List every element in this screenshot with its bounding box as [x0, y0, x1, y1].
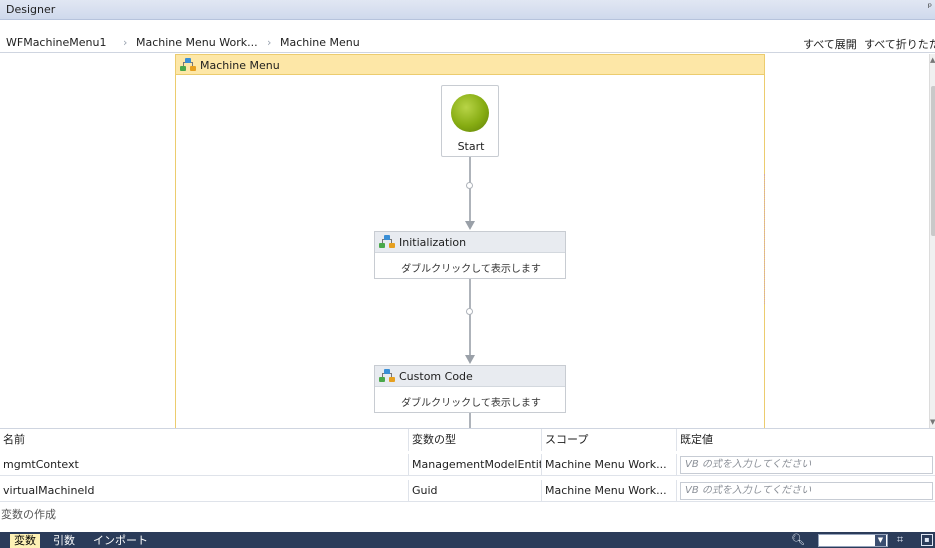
flowchart-machine-menu[interactable]: Machine Menu Start Initialization ダブルクリッ…: [175, 54, 765, 428]
variables-panel: 名前 変数の型 スコープ 既定値 mgmtContext ManagementM…: [0, 428, 935, 532]
pin-icon[interactable]: ᵖ: [928, 2, 932, 13]
flow-connector[interactable]: [469, 279, 471, 357]
flowchart-icon: [379, 235, 395, 249]
variable-scope-cell[interactable]: Machine Menu Work...: [542, 480, 677, 502]
scroll-up-icon[interactable]: ▲: [930, 56, 935, 64]
designer-title: Designer: [6, 3, 56, 16]
flowchart-header[interactable]: Machine Menu: [176, 55, 764, 75]
create-variable-link[interactable]: 変数の作成: [0, 506, 935, 524]
breadcrumb-separator: ›: [123, 36, 128, 49]
header-scope[interactable]: スコープ: [542, 429, 677, 451]
scroll-down-icon[interactable]: ▼: [930, 418, 935, 426]
activity-header[interactable]: Custom Code: [375, 366, 565, 387]
start-node[interactable]: Start: [441, 85, 499, 157]
arrow-head-icon: [465, 221, 475, 230]
flow-connector[interactable]: [469, 157, 471, 223]
flowchart-edge-guide: [764, 174, 765, 304]
connection-point[interactable]: [466, 308, 473, 315]
tab-variables[interactable]: 変数: [10, 534, 40, 548]
tab-imports[interactable]: インポート: [89, 534, 152, 548]
variable-type-cell[interactable]: ManagementModelEntit: [409, 454, 542, 476]
flowchart-icon: [379, 369, 395, 383]
arrow-head-icon: [465, 355, 475, 364]
flowchart-title: Machine Menu: [200, 59, 280, 72]
designer-bottom-bar: 変数 引数 インポート 🔍︎ ▼ ⌗ ▪: [0, 532, 935, 548]
default-value-input[interactable]: VB の式を入力してください: [680, 482, 933, 500]
expand-all-link[interactable]: すべて展開: [803, 36, 857, 52]
overview-icon[interactable]: ▪: [921, 534, 933, 546]
variable-name-cell[interactable]: virtualMachineId: [0, 480, 409, 502]
designer-canvas[interactable]: Machine Menu Start Initialization ダブルクリッ…: [0, 54, 929, 428]
breadcrumb-item-machine-menu[interactable]: Machine Menu: [280, 36, 360, 49]
flow-connector[interactable]: [469, 413, 471, 428]
fit-to-screen-icon[interactable]: ⌗: [897, 533, 903, 547]
table-row[interactable]: virtualMachineId Guid Machine Menu Work.…: [0, 480, 935, 502]
header-default[interactable]: 既定値: [677, 429, 935, 451]
header-type[interactable]: 変数の型: [409, 429, 542, 451]
header-name[interactable]: 名前: [0, 429, 409, 451]
activity-initialization[interactable]: Initialization ダブルクリックして表示します: [374, 231, 566, 279]
activity-header[interactable]: Initialization: [375, 232, 565, 253]
activity-title: Initialization: [399, 236, 467, 249]
breadcrumb-separator: ›: [267, 36, 272, 49]
default-value-input[interactable]: VB の式を入力してください: [680, 456, 933, 474]
connection-point[interactable]: [466, 182, 473, 189]
table-row[interactable]: mgmtContext ManagementModelEntit Machine…: [0, 454, 935, 476]
activity-hint: ダブルクリックして表示します: [401, 264, 541, 275]
breadcrumb-item-workflow[interactable]: WFMachineMenu1: [6, 36, 106, 49]
designer-titlebar: Designer ᵖ: [0, 0, 935, 20]
variable-name-cell[interactable]: mgmtContext: [0, 454, 409, 476]
activity-custom-code[interactable]: Custom Code ダブルクリックして表示します: [374, 365, 566, 413]
flowchart-icon: [180, 58, 196, 72]
search-icon[interactable]: 🔍︎: [791, 533, 805, 546]
breadcrumb-item-machine-menu-workflow[interactable]: Machine Menu Work...: [136, 36, 258, 49]
collapse-all-link[interactable]: すべて折りたたみ: [864, 36, 935, 52]
scrollbar-thumb[interactable]: [931, 86, 935, 236]
variable-type-cell[interactable]: Guid: [409, 480, 542, 502]
variable-scope-cell[interactable]: Machine Menu Work...: [542, 454, 677, 476]
zoom-dropdown-icon[interactable]: ▼: [875, 535, 886, 546]
activity-hint: ダブルクリックして表示します: [401, 398, 541, 409]
variables-header-row: 名前 変数の型 スコープ 既定値: [0, 429, 935, 451]
start-label: Start: [457, 140, 485, 153]
breadcrumb: WFMachineMenu1 › Machine Menu Work... › …: [0, 20, 935, 53]
tab-arguments[interactable]: 引数: [49, 534, 79, 548]
activity-title: Custom Code: [399, 370, 473, 383]
canvas-vertical-scrollbar[interactable]: ▲ ▼: [929, 54, 935, 428]
start-circle-icon: [451, 94, 489, 132]
